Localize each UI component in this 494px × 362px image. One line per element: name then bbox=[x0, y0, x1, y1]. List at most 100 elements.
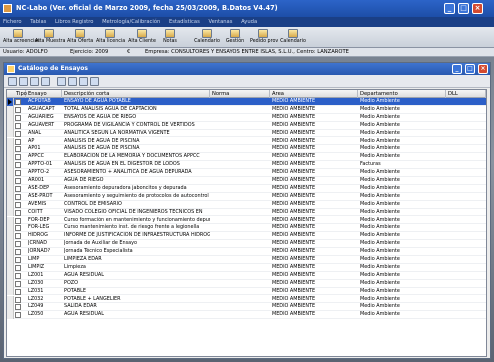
table-row[interactable]: APPTO-01 ANALISIS DE AGUA EN EL DIGESTOR … bbox=[7, 161, 486, 170]
cell-ensayo: AGUAVERT bbox=[28, 121, 55, 128]
table-row[interactable]: ANAL ANALITICA SEGUN LA NORMATIVA VIGENTE… bbox=[7, 129, 486, 138]
maximize-icon[interactable]: □ bbox=[458, 3, 469, 14]
row-indicator bbox=[7, 121, 14, 130]
cell-ensayo: LIMPIZ bbox=[28, 263, 45, 270]
row-indicator bbox=[7, 137, 14, 146]
cell-area: MEDIO AMBIENTE bbox=[272, 192, 316, 199]
table-row[interactable]: LZ050 AGUA RESIDUAL MEDIO AMBIENTE Medio Am… bbox=[7, 311, 486, 320]
cell-area: MEDIO AMBIENTE bbox=[272, 169, 316, 176]
cell-ensayo: ACPOTAB bbox=[28, 98, 51, 104]
table-row[interactable]: LIMP LIMPIEZA EDAR MEDIO AMBIENTE Medio Amb… bbox=[7, 256, 486, 264]
table-row[interactable]: APPTO-2 ASESORAMIENTO + ANALITICA DE AGUA… bbox=[7, 169, 486, 177]
alta-oferta-button[interactable]: Alta Oferta bbox=[67, 29, 93, 47]
table-row[interactable]: FOR-DEP Curso formación en mantenimiento … bbox=[7, 216, 486, 225]
alta-acreencias-button[interactable]: Alta acreencias bbox=[3, 29, 40, 47]
row-type-icon bbox=[15, 185, 21, 192]
table-row[interactable]: ASE-DEP Asesoramiento depuradora jaboncit… bbox=[7, 184, 486, 193]
menu-tablas[interactable]: Tablas bbox=[30, 19, 46, 25]
cell-descripcion: POTABLE bbox=[64, 287, 86, 294]
row-type-icon bbox=[15, 288, 21, 295]
filter-icon[interactable] bbox=[57, 77, 66, 86]
table-row[interactable]: JCRNAD Jornada de Auxiliar de Ensayo MEDIO… bbox=[7, 240, 486, 249]
cell-area: MEDIO AMBIENTE bbox=[272, 129, 316, 136]
cell-area: MEDIO AMBIENTE bbox=[272, 256, 316, 262]
window-minimize-icon[interactable]: _ bbox=[452, 64, 462, 74]
export-icon[interactable] bbox=[90, 77, 99, 86]
window-maximize-icon[interactable]: □ bbox=[465, 64, 475, 74]
row-type-icon bbox=[15, 249, 21, 256]
gestion-button[interactable]: Gestión bbox=[225, 29, 245, 47]
col-departamento[interactable]: Departamento bbox=[358, 90, 446, 98]
menu-estadisticas[interactable]: Estadísticas bbox=[169, 19, 200, 25]
table-row[interactable]: HIDROG INFORME DE JUSTIFICACIÓN DE INFRAE… bbox=[7, 232, 486, 241]
alta-licencia-button[interactable]: Alta licencia bbox=[96, 29, 125, 47]
table-row[interactable]: ASE-PROT Asesoramiento y seguimiento de p… bbox=[7, 192, 486, 201]
table-row[interactable]: ACPOTAB ENSAYO DE AGUA POTABLE MEDIO AMBIE… bbox=[7, 98, 486, 106]
app-title: NC-Labo (Ver. oficial de Marzo 2009, fec… bbox=[16, 4, 278, 12]
table-row[interactable]: AGUACAPT TOTAL ANÁLISIS AGUA DE CAPTACIÓN… bbox=[7, 105, 486, 114]
menu-metrologia[interactable]: Metrología/Calibración bbox=[102, 19, 160, 25]
client-icon bbox=[137, 29, 147, 38]
col-descripcion[interactable]: Descripción corta bbox=[62, 90, 210, 98]
menu-ayuda[interactable]: Ayuda bbox=[241, 19, 257, 25]
table-row[interactable]: AGUAVERT PROGRAMA DE VIGILANCIA Y CONTROL… bbox=[7, 121, 486, 130]
calendario-button[interactable]: Calendario bbox=[194, 29, 220, 47]
col-ensayo[interactable]: Ensayo bbox=[26, 90, 62, 98]
col-dll[interactable]: DLL bbox=[446, 90, 486, 98]
cell-descripcion: TOTAL ANÁLISIS AGUA DE CAPTACIÓN bbox=[64, 105, 157, 112]
new-icon[interactable] bbox=[8, 77, 17, 86]
notas-button[interactable]: Notas bbox=[160, 29, 180, 47]
save-icon[interactable] bbox=[30, 77, 39, 86]
alta-muestra-button[interactable]: Alta Muestra bbox=[35, 29, 65, 47]
tools-icon[interactable] bbox=[68, 77, 77, 86]
table-row[interactable]: LZ032 POTABLE + LANGELIER MEDIO AMBIENTE Me… bbox=[7, 295, 486, 304]
row-indicator bbox=[7, 224, 14, 233]
print-icon[interactable] bbox=[41, 77, 50, 86]
close-icon[interactable]: × bbox=[472, 3, 483, 14]
session-status-bar: Usuario: ADOLFO Ejercicio: 2009 € Empres… bbox=[0, 48, 494, 57]
table-row[interactable]: AP01 ANÁLISIS DE AGUA DE PISCINA MEDIO AMB… bbox=[7, 145, 486, 154]
cell-descripcion: ANALITICA SEGUN LA NORMATIVA VIGENTE bbox=[64, 129, 170, 136]
table-row[interactable]: LZ030 POZO MEDIO AMBIENTE Medio Ambiente bbox=[7, 279, 486, 288]
cell-departamento: Medio Ambiente bbox=[360, 224, 400, 231]
table-row[interactable]: LZ049 SALIDA EDAR MEDIO AMBIENTE Medio Ambi… bbox=[7, 303, 486, 312]
table-row[interactable]: AR001 AGUA DE RIEGO MEDIO AMBIENTE Medio Am… bbox=[7, 177, 486, 185]
table-row[interactable]: COITT VISADO COLEGIO OFICIAL DE INGENIERO… bbox=[7, 208, 486, 217]
pedido-prov-button[interactable]: Pedido prov bbox=[250, 29, 278, 47]
table-row[interactable]: AGUARIEG ENSAYOS DE AGUA DE RIEGO MEDIO AM… bbox=[7, 113, 486, 122]
grid-header: Tipo Ensayo Descripción corta Norma Area… bbox=[7, 90, 486, 98]
minimize-icon[interactable]: _ bbox=[444, 3, 455, 14]
row-type-icon bbox=[15, 217, 21, 224]
alta-cliente-button[interactable]: Alta Cliente bbox=[128, 29, 156, 47]
table-row[interactable]: LIMPIZ Limpieza MEDIO AMBIENTE Medio Ambien… bbox=[7, 263, 486, 272]
table-row[interactable]: APPCC ELABORACIÓN DE LA MEMORIA Y DOCUMEN… bbox=[7, 153, 486, 162]
cell-departamento: Medio Ambiente bbox=[360, 248, 400, 255]
menu-ventanas[interactable]: Ventanas bbox=[208, 19, 232, 25]
col-norma[interactable]: Norma bbox=[210, 90, 270, 98]
cell-descripcion: POZO bbox=[64, 279, 78, 286]
cell-descripcion: ENSAYO DE AGUA POTABLE bbox=[64, 98, 131, 104]
window-close-icon[interactable]: × bbox=[478, 64, 488, 74]
calendario-2-button[interactable]: Calendario bbox=[280, 29, 306, 47]
table-row[interactable]: LZ031 POTABLE MEDIO AMBIENTE Medio Ambiente bbox=[7, 287, 486, 296]
open-icon[interactable] bbox=[19, 77, 28, 86]
cell-descripcion: INFORME DE JUSTIFICACIÓN DE INFRAESTRUCT… bbox=[64, 232, 210, 239]
table-row[interactable]: AVEMIS CONTROL DE EMISARIO MEDIO AMBIENTE M… bbox=[7, 200, 486, 209]
cell-ensayo: LZ049 bbox=[28, 303, 44, 310]
menu-libros-registro[interactable]: Libros Registro bbox=[55, 19, 93, 25]
menu-fichero[interactable]: Fichero bbox=[3, 19, 22, 25]
table-row[interactable]: JORNAD? Jornada Técnico Especialista MEDIO… bbox=[7, 248, 486, 256]
col-area[interactable]: Area bbox=[270, 90, 358, 98]
col-tipo[interactable]: Tipo bbox=[14, 90, 27, 98]
row-type-icon bbox=[15, 209, 21, 216]
row-type-icon bbox=[15, 312, 21, 319]
table-row[interactable]: AP ANÁLISIS DE AGUA DE PISCINA MEDIO AMBIE… bbox=[7, 137, 486, 146]
row-type-icon bbox=[15, 280, 21, 287]
app-icon bbox=[3, 4, 12, 13]
table-row[interactable]: LZ001 AGUA RESIDUAL MEDIO AMBIENTE Medio Am… bbox=[7, 271, 486, 280]
sort-icon[interactable] bbox=[79, 77, 88, 86]
row-indicator bbox=[7, 177, 14, 185]
table-row[interactable]: FOR-LEG Curso mantenimiento inst. de ries… bbox=[7, 224, 486, 233]
cell-departamento: Medio Ambiente bbox=[360, 98, 400, 104]
cell-descripcion: AGUA DE RIEGO bbox=[64, 177, 104, 183]
